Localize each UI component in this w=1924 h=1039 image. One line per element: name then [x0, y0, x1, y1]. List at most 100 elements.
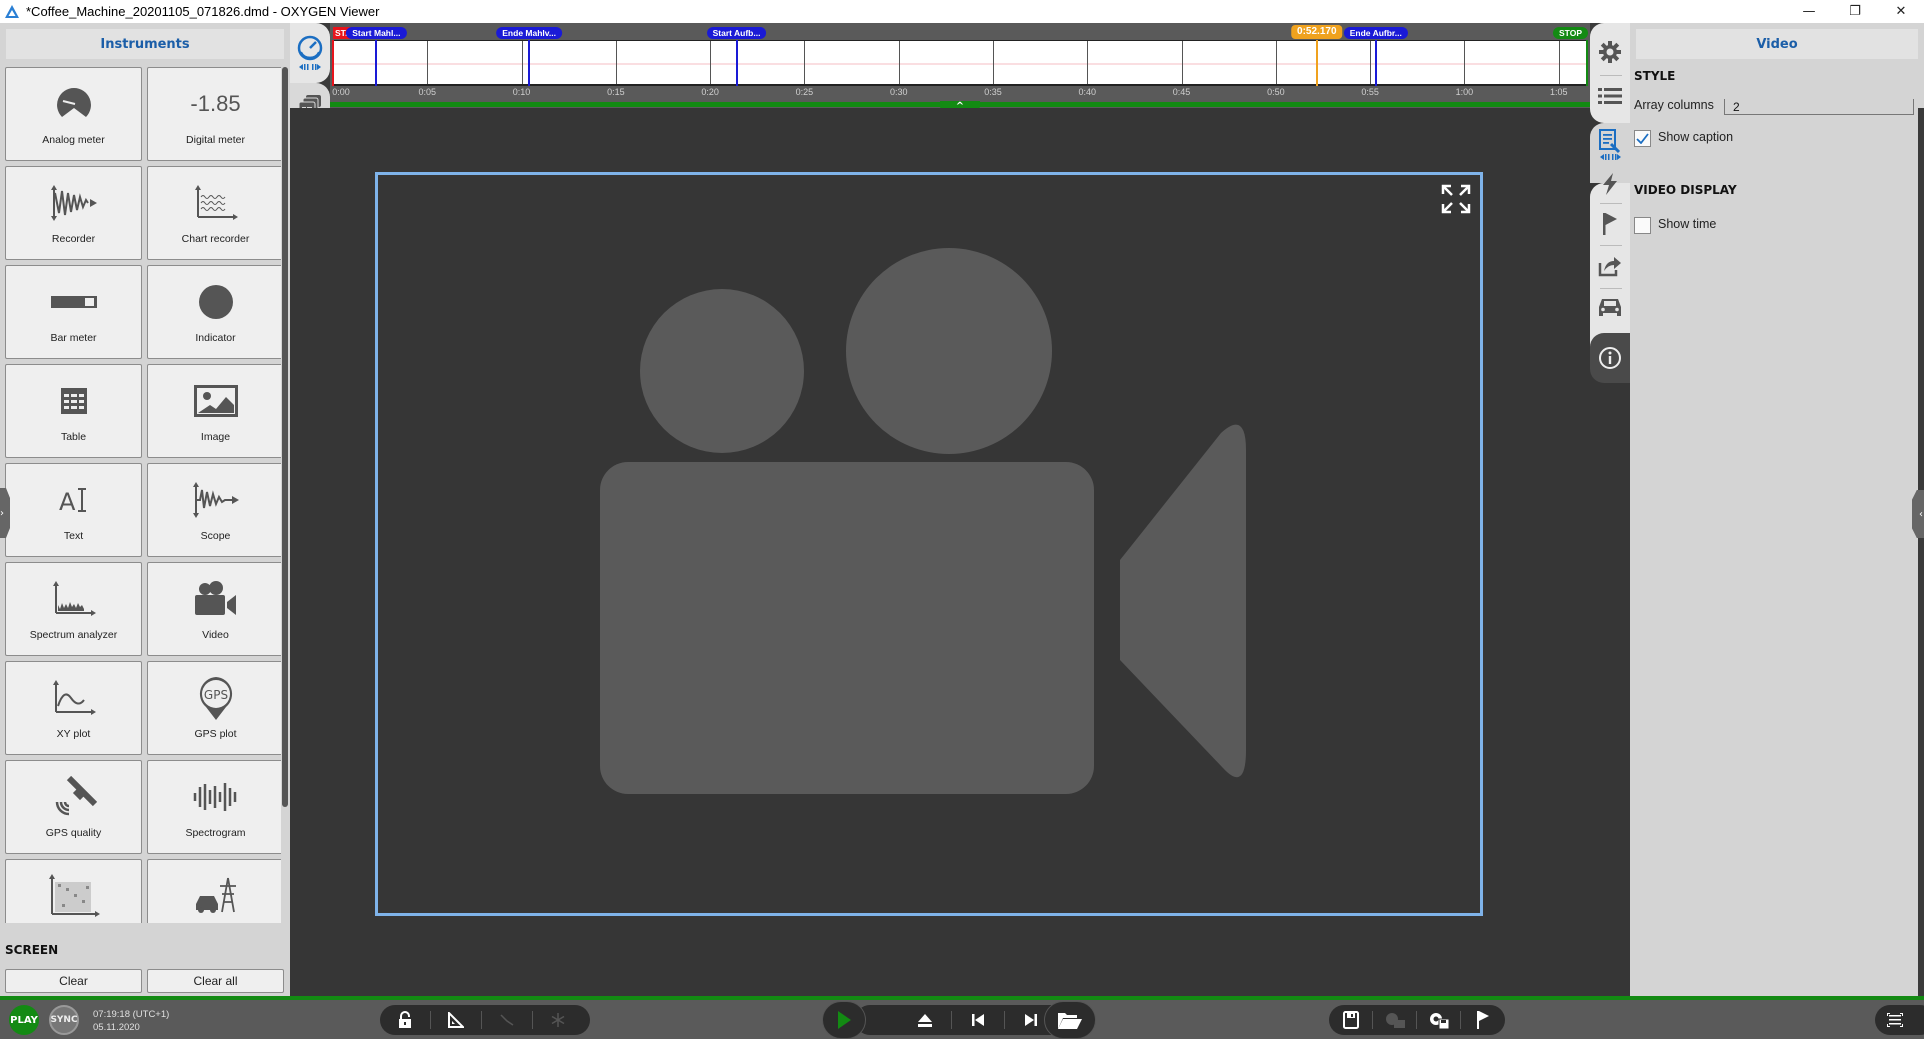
play-button[interactable] [822, 1001, 866, 1039]
timeline-marker-label[interactable]: Ende Mahlv... [496, 27, 562, 39]
gauge-tab[interactable] [290, 23, 330, 83]
main-menu-button[interactable] [1875, 1005, 1915, 1035]
close-button[interactable]: ✕ [1878, 0, 1924, 23]
open-file-button[interactable] [1044, 1001, 1096, 1039]
instrument-spectrum-analyzer[interactable]: Spectrum analyzer [5, 562, 142, 656]
fullscreen-icon[interactable] [1440, 183, 1472, 215]
clear-button[interactable]: Clear [5, 969, 142, 993]
instrument-label: Video [202, 629, 229, 641]
export-tab[interactable] [1590, 251, 1630, 281]
timeline-marker-line[interactable] [375, 40, 378, 86]
info-icon [1599, 347, 1621, 369]
instrument-text[interactable]: A Text [5, 463, 142, 557]
timeline-marker-label[interactable]: 0:52.170 [1291, 25, 1343, 39]
save-setup-button[interactable] [1417, 1005, 1460, 1035]
add-marker-button[interactable] [1461, 1005, 1504, 1035]
timeline-gridline [993, 41, 994, 84]
timeline-gridline [521, 41, 523, 84]
triggers-tab[interactable] [1590, 169, 1630, 199]
menu-icon [1887, 1013, 1903, 1027]
channel-list-tab[interactable] [1590, 81, 1630, 111]
instrument-heatmap-plot[interactable] [5, 859, 142, 923]
instrument-table[interactable]: Table [5, 364, 142, 458]
instrument-label: Text [63, 530, 84, 542]
instrument-spectrogram[interactable]: Spectrogram [147, 760, 281, 854]
instrument-analog-meter[interactable]: Analog meter [5, 67, 142, 161]
xy-plot-icon [6, 676, 141, 720]
timeline-marker-line[interactable] [1315, 40, 1318, 86]
timeline-overview[interactable]: 0:00 0:05 0:10 0:15 0:20 0:25 0:30 0:35 0:40 0:45… [330, 23, 1590, 112]
settings-tab[interactable] [1590, 37, 1630, 67]
instrument-recorder[interactable]: Recorder [5, 166, 142, 260]
instrument-label: GPS quality [45, 827, 102, 839]
timeline-marker-line[interactable] [332, 40, 334, 86]
right-panel-toggle[interactable]: ‹ [1912, 490, 1924, 538]
instrument-e-mobility[interactable] [147, 859, 281, 923]
instrument-image[interactable]: Image [147, 364, 281, 458]
array-columns-input[interactable] [1724, 99, 1914, 115]
timeline-marker-line[interactable] [735, 40, 738, 86]
instrument-label: GPS plot [194, 728, 237, 740]
lock-button[interactable] [380, 1005, 430, 1035]
markers-tab[interactable] [1590, 209, 1630, 239]
freeze-button [533, 1005, 583, 1035]
instrument-label: Image [200, 431, 231, 443]
instrument-scope[interactable]: Scope [147, 463, 281, 557]
timeline-marker-line[interactable] [1374, 40, 1377, 86]
instrument-xy-plot[interactable]: XY plot [5, 661, 142, 755]
chevron-left-icon: ‹ [1919, 508, 1923, 520]
e-mobility-icon [148, 874, 281, 918]
text-icon: A [6, 478, 141, 522]
alignment-button[interactable] [431, 1005, 481, 1035]
chevron-right-icon: › [0, 507, 4, 519]
skip-forward-icon [1025, 1014, 1037, 1026]
timeline-tick-label: 0:05 [418, 87, 437, 97]
instrument-digital-meter[interactable]: -1.85 Digital meter [147, 67, 281, 161]
timeline-marker-label[interactable]: Start Aufb... [706, 27, 767, 39]
instrument-indicator[interactable]: Indicator [147, 265, 281, 359]
left-panel-toggle[interactable]: › [0, 488, 10, 538]
connector-icon [500, 1014, 514, 1026]
instrument-label: Recorder [51, 233, 96, 245]
timeline-marker-label[interactable]: STOP [1553, 27, 1588, 39]
instrument-gps-plot[interactable]: GPS GPS plot [147, 661, 281, 755]
timeline-tick-label: 0:55 [1361, 87, 1379, 97]
instruments-scrollbar[interactable] [282, 67, 288, 807]
spectrogram-icon [148, 775, 281, 819]
instrument-label: XY plot [56, 728, 91, 740]
clear-all-button[interactable]: Clear all [147, 969, 284, 993]
instrument-gps-quality[interactable]: GPS quality [5, 760, 142, 854]
save-button[interactable] [1329, 1005, 1372, 1035]
style-section-title: STYLE [1634, 69, 1676, 83]
eject-button[interactable] [899, 1005, 951, 1035]
instrument-bar-meter[interactable]: Bar meter [5, 265, 142, 359]
instrument-video[interactable]: Video [147, 562, 281, 656]
restore-button[interactable]: ❐ [1832, 0, 1878, 23]
show-time-label: Show time [1658, 217, 1717, 231]
show-time-checkbox[interactable] [1634, 217, 1651, 234]
show-caption-checkbox[interactable] [1634, 130, 1651, 147]
timeline-marker-line[interactable] [1586, 40, 1588, 86]
window-edge [1918, 108, 1924, 996]
timeline-gridline [1370, 41, 1372, 84]
oxygen-viewer-window: *Coffee_Machine_20201105_071826.dmd - OX… [0, 0, 1924, 1039]
list-icon [1598, 88, 1622, 104]
previous-button[interactable] [952, 1005, 1004, 1035]
spectrum-analyzer-icon [6, 577, 141, 621]
timeline-plot[interactable] [333, 40, 1587, 86]
timeline-marker-line[interactable] [528, 40, 531, 86]
instrument-settings-tab[interactable] [1590, 125, 1630, 165]
save-icon [1342, 1011, 1359, 1029]
window-title: *Coffee_Machine_20201105_071826.dmd - OX… [26, 4, 380, 19]
timeline-marker-label[interactable]: Start Mahl... [346, 27, 407, 39]
video-instrument[interactable] [375, 172, 1483, 916]
timeline-marker-label[interactable]: Ende Aufbr... [1343, 27, 1408, 39]
vehicle-tab[interactable] [1590, 293, 1630, 323]
minimize-button[interactable]: — [1786, 0, 1832, 23]
video-icon [148, 577, 281, 621]
timeline-tick-label: 0:15 [607, 87, 625, 97]
instruments-grid: Analog meter -1.85 Digital meter Recorder Ch… [5, 67, 281, 923]
gear-folder-icon [1385, 1013, 1405, 1028]
instrument-chart-recorder[interactable]: Chart recorder [147, 166, 281, 260]
info-tab[interactable] [1590, 341, 1630, 375]
